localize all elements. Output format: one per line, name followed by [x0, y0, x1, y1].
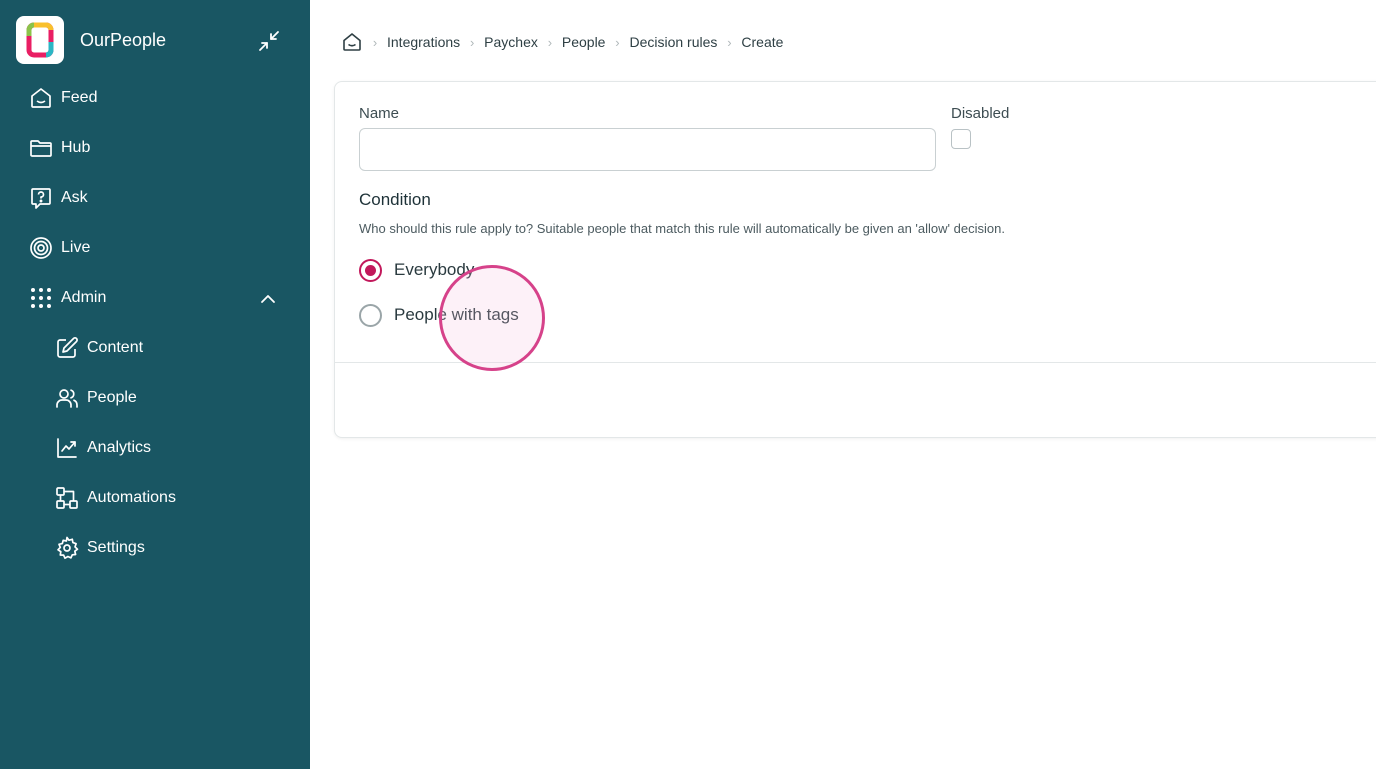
breadcrumb-home[interactable] — [341, 31, 363, 53]
sidebar-item-label: Content — [87, 339, 144, 356]
breadcrumb-separator: › — [470, 34, 475, 50]
sidebar-item-settings[interactable]: Settings — [0, 523, 310, 573]
option-label: People with tags — [394, 305, 519, 324]
divider — [335, 362, 1376, 363]
breadcrumb-paychex[interactable]: Paychex — [484, 34, 538, 50]
collapse-icon — [259, 31, 279, 51]
target-icon — [28, 235, 54, 261]
home-icon — [343, 33, 361, 51]
disabled-label: Disabled — [951, 105, 1010, 122]
sidebar-item-label: Analytics — [87, 439, 152, 456]
app-logo[interactable] — [16, 16, 64, 64]
sidebar-item-automations[interactable]: Automations — [0, 473, 310, 523]
sidebar-item-label: Settings — [87, 539, 145, 556]
radio-people-with-tags[interactable] — [359, 303, 382, 327]
sidebar-item-label: Feed — [61, 89, 98, 106]
breadcrumb-people[interactable]: People — [562, 34, 606, 50]
chart-icon — [54, 435, 80, 461]
option-label: Everybody — [394, 260, 475, 279]
sidebar-item-label: People — [87, 389, 137, 406]
grid-icon — [28, 285, 54, 311]
sidebar-item-label: Live — [61, 239, 91, 256]
breadcrumb-separator: › — [727, 34, 732, 50]
sidebar-item-analytics[interactable]: Analytics — [0, 423, 310, 473]
sidebar-nav: Feed Hub Ask Live Admin Content People A… — [0, 73, 310, 573]
sidebar-item-feed[interactable]: Feed — [0, 73, 310, 123]
sidebar-item-label: Automations — [87, 489, 176, 506]
sidebar-item-label: Ask — [61, 189, 88, 206]
name-label: Name — [359, 105, 400, 122]
sidebar-item-label: Hub — [61, 139, 91, 156]
edit-icon — [54, 335, 80, 361]
sidebar: OurPeople Feed Hub Ask Live Admin Conten… — [0, 0, 310, 769]
folder-icon — [28, 135, 54, 161]
question-icon — [28, 185, 54, 211]
sidebar-item-label: Admin — [61, 289, 107, 306]
breadcrumb: › Integrations › Paychex › People › Deci… — [341, 30, 783, 54]
breadcrumb-separator: › — [372, 34, 378, 50]
sidebar-item-people[interactable]: People — [0, 373, 310, 423]
chevron-up-icon[interactable] — [259, 290, 277, 308]
condition-hint: Who should this rule apply to? Suitable … — [359, 221, 1005, 236]
sidebar-item-live[interactable]: Live — [0, 223, 310, 273]
rule-form-card: Name Disabled Condition Who should this … — [334, 81, 1376, 438]
radio-everybody[interactable] — [359, 258, 382, 282]
users-icon — [54, 385, 80, 411]
breadcrumb-separator: › — [615, 34, 620, 50]
automation-icon — [54, 485, 80, 511]
name-input[interactable] — [359, 128, 936, 171]
sidebar-item-hub[interactable]: Hub — [0, 123, 310, 173]
condition-title: Condition — [359, 190, 431, 209]
home-icon — [28, 85, 54, 111]
option-everybody[interactable]: Everybody — [359, 258, 474, 282]
option-people-with-tags[interactable]: People with tags — [359, 303, 519, 327]
app-name: OurPeople — [80, 29, 167, 50]
sidebar-item-admin[interactable]: Admin — [0, 273, 310, 323]
brand: OurPeople — [16, 16, 166, 64]
breadcrumb-integrations[interactable]: Integrations — [387, 34, 460, 50]
disabled-checkbox[interactable] — [951, 129, 971, 149]
collapse-sidebar-button[interactable] — [256, 28, 282, 54]
breadcrumb-separator: › — [547, 34, 553, 50]
gear-icon — [54, 535, 80, 561]
breadcrumb-decision-rules[interactable]: Decision rules — [629, 34, 717, 50]
sidebar-item-ask[interactable]: Ask — [0, 173, 310, 223]
breadcrumb-create: Create — [741, 34, 784, 50]
sidebar-item-content[interactable]: Content — [0, 323, 310, 373]
